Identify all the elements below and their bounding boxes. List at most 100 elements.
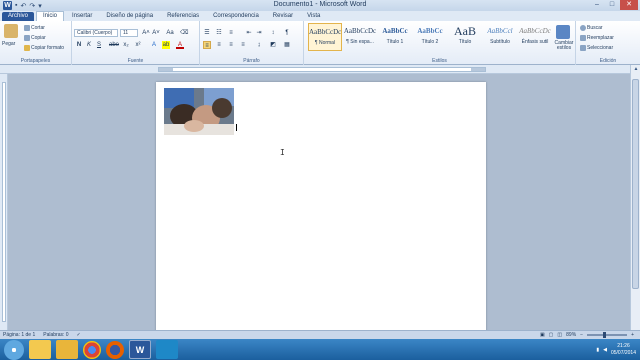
zoom-in-icon[interactable]: + xyxy=(631,332,634,338)
maximize-button[interactable]: □ xyxy=(605,0,619,10)
font-color-button[interactable]: A xyxy=(176,41,184,49)
align-right-icon[interactable]: ≡ xyxy=(227,41,235,49)
change-styles-button[interactable]: Cambiar estilos xyxy=(552,41,576,51)
select-icon xyxy=(580,45,586,51)
style-sin-espaciado[interactable]: AaBbCcDc ¶ Sin espa... xyxy=(343,23,377,51)
group-font: Calibri (Cuerpo) 11 A˄ A˅ Aa ⌫ N K S abe… xyxy=(72,21,200,65)
align-left-icon[interactable]: ≡ xyxy=(203,41,211,49)
tab-revisar[interactable]: Revisar xyxy=(267,12,299,21)
subscript-button[interactable]: x₂ xyxy=(122,41,130,49)
view-fullscreen-icon[interactable]: ▢ xyxy=(549,332,554,338)
show-marks-button[interactable]: ¶ xyxy=(283,29,291,37)
tab-vista[interactable]: Vista xyxy=(301,12,326,21)
word-count[interactable]: Palabras: 0 xyxy=(43,332,68,338)
style-enfasis-sutil[interactable]: AaBbCcDc Énfasis sutil xyxy=(518,23,552,51)
tab-insertar[interactable]: Insertar xyxy=(66,12,98,21)
grow-font-button[interactable]: A˄ xyxy=(142,29,150,37)
superscript-button[interactable]: x² xyxy=(134,41,142,49)
vertical-ruler[interactable] xyxy=(0,74,8,330)
ribbon-tabs: Archivo Inicio Insertar Diseño de página… xyxy=(0,11,640,21)
taskbar-word-button[interactable]: W xyxy=(129,340,151,359)
find-button[interactable]: Buscar xyxy=(580,25,603,31)
scissors-icon xyxy=(24,25,30,31)
copy-button[interactable]: Copiar xyxy=(24,35,46,41)
line-spacing-icon[interactable]: ↨ xyxy=(255,41,263,49)
shrink-font-button[interactable]: A˅ xyxy=(152,29,160,37)
format-painter-label: Copiar formato xyxy=(31,45,65,51)
view-web-icon[interactable]: ◫ xyxy=(557,332,562,338)
minimize-button[interactable]: – xyxy=(590,0,604,10)
zoom-knob[interactable] xyxy=(603,332,607,338)
sort-icon[interactable]: ↕ xyxy=(269,29,277,37)
numbering-icon[interactable]: ☷ xyxy=(215,29,223,37)
format-painter-button[interactable]: Copiar formato xyxy=(24,45,64,51)
borders-icon[interactable]: ▦ xyxy=(283,41,291,49)
ruler-left-margin xyxy=(159,68,173,71)
taskbar-media-icon[interactable] xyxy=(156,340,178,359)
increase-indent-icon[interactable]: ⇥ xyxy=(255,29,263,37)
multilevel-list-icon[interactable]: ≡ xyxy=(227,29,235,37)
taskbar-explorer-icon[interactable] xyxy=(29,340,51,359)
justify-icon[interactable]: ≡ xyxy=(239,41,247,49)
horizontal-ruler[interactable] xyxy=(0,65,640,74)
proofing-icon[interactable]: ✓ xyxy=(77,332,81,338)
document-page[interactable]: I xyxy=(156,82,486,330)
zoom-slider[interactable] xyxy=(587,332,628,338)
binoculars-icon xyxy=(580,25,586,31)
scroll-thumb[interactable] xyxy=(632,79,639,289)
document-area[interactable]: I xyxy=(8,74,630,330)
style-titulo-2[interactable]: AaBbCc Título 2 xyxy=(413,23,447,51)
tab-referencias[interactable]: Referencias xyxy=(161,12,205,21)
view-print-layout-icon[interactable]: ▣ xyxy=(540,332,545,338)
replace-label: Reemplazar xyxy=(587,35,614,41)
select-button[interactable]: Seleccionar xyxy=(580,45,613,51)
replace-button[interactable]: Reemplazar xyxy=(580,35,614,41)
network-icon[interactable]: ▮ xyxy=(596,347,599,353)
strikethrough-button[interactable]: abe xyxy=(108,41,120,49)
title-bar: W ▪ ↶ ↷ ▾ Documento1 - Microsoft Word – … xyxy=(0,0,640,11)
bold-button[interactable]: N xyxy=(75,41,83,49)
style-titulo-1[interactable]: AaBbCc Título 1 xyxy=(378,23,412,51)
page-count[interactable]: Página: 1 de 1 xyxy=(3,332,35,338)
zoom-out-icon[interactable]: − xyxy=(580,332,583,338)
paste-button[interactable]: Pegar xyxy=(2,41,15,47)
close-button[interactable]: ✕ xyxy=(620,0,638,10)
shading-icon[interactable]: ◩ xyxy=(269,41,277,49)
style-name: Título 2 xyxy=(421,39,439,45)
zoom-level[interactable]: 89% xyxy=(566,332,576,338)
replace-icon xyxy=(580,35,586,41)
tab-archivo[interactable]: Archivo xyxy=(2,12,35,21)
italic-button[interactable]: K xyxy=(85,41,93,49)
taskbar-chrome-icon[interactable] xyxy=(83,340,101,359)
underline-button[interactable]: S xyxy=(95,41,103,49)
tab-correspondencia[interactable]: Correspondencia xyxy=(207,12,265,21)
style-subtitulo[interactable]: AaBbCcl Subtítulo xyxy=(483,23,517,51)
ruler-right-margin xyxy=(471,68,485,71)
tab-diseno-pagina[interactable]: Diseño de página xyxy=(100,12,159,21)
taskbar-firefox-icon[interactable] xyxy=(106,340,124,359)
decrease-indent-icon[interactable]: ⇤ xyxy=(245,29,253,37)
text-effects-icon[interactable]: A xyxy=(150,41,158,49)
font-family-select[interactable]: Calibri (Cuerpo) xyxy=(74,29,118,37)
group-label-font: Fuente xyxy=(127,58,144,64)
tab-inicio[interactable]: Inicio xyxy=(36,11,65,21)
clear-format-icon[interactable]: ⌫ xyxy=(180,29,188,37)
volume-icon[interactable]: ◀ xyxy=(603,347,607,353)
inserted-photo[interactable] xyxy=(164,88,234,135)
highlight-icon[interactable]: ab xyxy=(162,41,170,49)
bullets-icon[interactable]: ☰ xyxy=(203,29,211,37)
cut-button[interactable]: Cortar xyxy=(24,25,45,31)
scroll-up-icon[interactable]: ▲ xyxy=(631,65,640,73)
vertical-scrollbar[interactable]: ▲ xyxy=(630,65,640,330)
clock[interactable]: 21:26 05/07/2014 xyxy=(611,343,636,357)
text-cursor xyxy=(236,124,237,131)
align-center-icon[interactable]: ≡ xyxy=(215,41,223,49)
style-normal[interactable]: AaBbCcDc ¶ Normal xyxy=(308,23,342,51)
font-size-select[interactable]: 11 xyxy=(120,29,138,37)
start-button[interactable] xyxy=(4,339,24,360)
paste-icon xyxy=(4,24,18,38)
style-titulo[interactable]: AaB Título xyxy=(448,23,482,51)
taskbar-folder-icon[interactable] xyxy=(56,340,78,359)
change-case-button[interactable]: Aa xyxy=(166,29,174,37)
copy-icon xyxy=(24,35,30,41)
